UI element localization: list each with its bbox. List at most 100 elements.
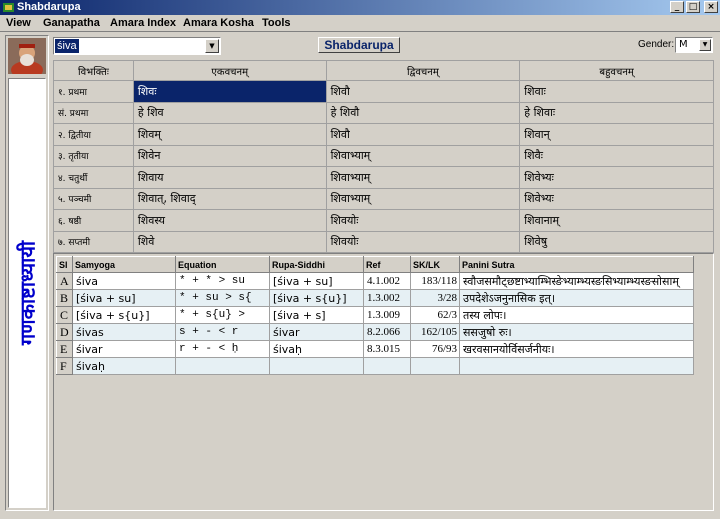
sutra-cell[interactable]: स्वौजसमौट्छष्टाभ्याम्भिस्ङेभ्याम्भ्यस्ङस… xyxy=(459,272,694,290)
table-row[interactable]: A śiva * + * > su [śiva + su] 4.1.002 18… xyxy=(56,272,694,290)
ref-cell[interactable]: 1.3.002 xyxy=(363,289,411,307)
gender-value[interactable]: M xyxy=(679,39,688,50)
form-cell[interactable]: हे शिवाः xyxy=(519,101,714,124)
header-ref[interactable]: Ref xyxy=(363,256,411,273)
form-cell[interactable]: हे शिव xyxy=(132,101,327,124)
close-button[interactable]: × xyxy=(704,1,718,13)
sk-lk-cell[interactable]: 76/93 xyxy=(410,340,460,358)
row-label[interactable]: C xyxy=(56,306,73,324)
rupa-siddhi-cell[interactable]: [śiva + s] xyxy=(269,306,364,324)
table-row: २. द्वितीया शिवम् शिवौ शिवान् xyxy=(53,123,714,146)
table-row[interactable]: B [śiva + su] * + su > s{ [śiva + s{u}] … xyxy=(56,289,694,307)
row-label[interactable]: F xyxy=(56,357,73,375)
form-cell[interactable]: शिवम् xyxy=(132,123,327,146)
equation-cell[interactable] xyxy=(175,357,270,375)
menu-view[interactable]: View xyxy=(6,17,31,29)
declension-table: विभक्तिः एकवचनम् द्विवचनम् बहुवचनम् १. प… xyxy=(53,60,714,253)
sk-lk-cell[interactable] xyxy=(410,357,460,375)
sutra-cell[interactable]: उपदेशेऽजनुनासिक इत्। xyxy=(459,289,694,307)
sidebar-title-strip: गणकाष्टाध्यायी xyxy=(8,78,46,508)
sk-lk-cell[interactable]: 62/3 xyxy=(410,306,460,324)
sk-lk-cell[interactable]: 183/118 xyxy=(410,272,460,290)
equation-cell[interactable]: r + - < ḥ xyxy=(175,340,270,358)
maximize-button[interactable]: □ xyxy=(686,1,700,13)
rupa-siddhi-cell[interactable]: [śiva + s{u}] xyxy=(269,289,364,307)
form-cell[interactable]: शिवौ xyxy=(325,80,521,103)
rupa-siddhi-cell[interactable]: śivaḥ xyxy=(269,340,364,358)
form-cell[interactable]: शिवे xyxy=(132,230,327,253)
rupa-siddhi-cell[interactable] xyxy=(269,357,364,375)
menu-amara-index[interactable]: Amara Index xyxy=(110,17,176,29)
header-samyoga[interactable]: Samyoga xyxy=(72,256,176,273)
ref-cell[interactable]: 8.2.066 xyxy=(363,323,411,341)
sk-lk-cell[interactable]: 3/28 xyxy=(410,289,460,307)
form-cell[interactable]: शिवान् xyxy=(519,123,714,146)
ref-cell[interactable]: 1.3.009 xyxy=(363,306,411,324)
gender-select[interactable]: M ▼ xyxy=(675,37,713,53)
row-label[interactable]: A xyxy=(56,272,73,290)
sutra-cell[interactable] xyxy=(459,357,694,375)
form-cell[interactable]: शिवाभ्याम् xyxy=(325,166,521,189)
header-sl[interactable]: Sl xyxy=(56,256,73,273)
chevron-down-icon[interactable]: ▼ xyxy=(205,39,219,53)
form-cell[interactable]: शिवस्य xyxy=(132,209,327,232)
table-row[interactable]: F śivaḥ xyxy=(56,357,694,375)
rupa-siddhi-cell[interactable]: [śiva + su] xyxy=(269,272,364,290)
sutra-cell[interactable]: तस्य लोपः। xyxy=(459,306,694,324)
case-label: २. द्वितीया xyxy=(53,123,134,146)
minimize-button[interactable]: _ xyxy=(670,1,684,13)
form-cell[interactable]: शिवाय xyxy=(132,166,327,189)
samyoga-cell[interactable]: śiva xyxy=(72,272,176,290)
samyoga-cell[interactable]: śivaḥ xyxy=(72,357,176,375)
chevron-down-icon[interactable]: ▼ xyxy=(699,39,711,51)
form-cell[interactable]: शिवानाम् xyxy=(519,209,714,232)
row-label[interactable]: E xyxy=(56,340,73,358)
header-equation[interactable]: Equation xyxy=(175,256,270,273)
menu-tools[interactable]: Tools xyxy=(262,17,291,29)
form-cell[interactable]: शिवेषु xyxy=(519,230,714,253)
form-cell[interactable]: शिवाः xyxy=(519,80,714,103)
row-label[interactable]: D xyxy=(56,323,73,341)
header-panini-sutra[interactable]: Panini Sutra xyxy=(459,256,694,273)
form-cell[interactable]: शिवैः xyxy=(519,144,714,167)
form-cell[interactable]: शिवेन xyxy=(132,144,327,167)
form-cell[interactable]: शिवात्, शिवाद् xyxy=(132,187,327,210)
word-combobox[interactable]: śiva ▼ xyxy=(53,37,221,55)
word-combobox-value[interactable]: śiva xyxy=(55,39,79,53)
row-label[interactable]: B xyxy=(56,289,73,307)
case-label: ४. चतुर्थी xyxy=(53,166,134,189)
rupa-siddhi-cell[interactable]: śivar xyxy=(269,323,364,341)
header-sk-lk[interactable]: SK/LK xyxy=(410,256,460,273)
equation-cell[interactable]: * + * > su xyxy=(175,272,270,290)
menu-ganapatha[interactable]: Ganapatha xyxy=(43,17,100,29)
samyoga-cell[interactable]: [śiva + su] xyxy=(72,289,176,307)
case-label: ५. पञ्चमी xyxy=(53,187,134,210)
sk-lk-cell[interactable]: 162/105 xyxy=(410,323,460,341)
table-row[interactable]: C [śiva + s{u}] * + s{u} > [śiva + s] 1.… xyxy=(56,306,694,324)
sutra-cell[interactable]: ससजुषो रुः। xyxy=(459,323,694,341)
form-cell[interactable]: शिवयोः xyxy=(325,230,521,253)
ref-cell[interactable]: 4.1.002 xyxy=(363,272,411,290)
samyoga-cell[interactable]: śivas xyxy=(72,323,176,341)
shabdarupa-button[interactable]: Shabdarupa xyxy=(318,37,400,53)
equation-cell[interactable]: * + s{u} > xyxy=(175,306,270,324)
table-row[interactable]: D śivas s + - < r śivar 8.2.066 162/105 … xyxy=(56,323,694,341)
ref-cell[interactable]: 8.3.015 xyxy=(363,340,411,358)
sutra-cell[interactable]: खरवसानयोर्विसर्जनीयः। xyxy=(459,340,694,358)
form-cell[interactable]: शिवाभ्याम् xyxy=(325,187,521,210)
form-cell[interactable]: शिवेभ्यः xyxy=(519,166,714,189)
form-cell[interactable]: शिवयोः xyxy=(325,209,521,232)
ref-cell[interactable] xyxy=(363,357,411,375)
equation-cell[interactable]: s + - < r xyxy=(175,323,270,341)
form-cell[interactable]: शिवाभ्याम् xyxy=(325,144,521,167)
form-cell[interactable]: हे शिवौ xyxy=(325,101,521,124)
header-rupa-siddhi[interactable]: Rupa-Siddhi xyxy=(269,256,364,273)
equation-cell[interactable]: * + su > s{ xyxy=(175,289,270,307)
form-cell[interactable]: शिवौ xyxy=(325,123,521,146)
menu-amara-kosha[interactable]: Amara Kosha xyxy=(183,17,254,29)
form-cell[interactable]: शिवेभ्यः xyxy=(519,187,714,210)
samyoga-cell[interactable]: [śiva + s{u}] xyxy=(72,306,176,324)
samyoga-cell[interactable]: śivar xyxy=(72,340,176,358)
table-row[interactable]: E śivar r + - < ḥ śivaḥ 8.3.015 76/93 खर… xyxy=(56,340,694,358)
form-cell[interactable]: शिवः xyxy=(132,80,327,103)
